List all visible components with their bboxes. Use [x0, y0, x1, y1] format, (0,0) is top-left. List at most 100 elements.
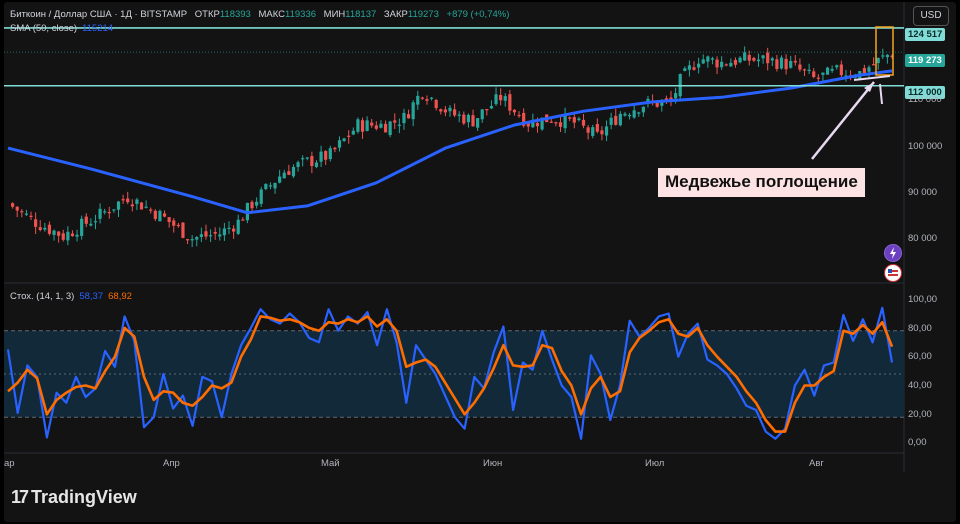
candle-body	[761, 55, 765, 59]
candle-body	[406, 114, 411, 119]
candle-body	[24, 213, 29, 215]
candle-body	[103, 211, 107, 213]
candle-body	[429, 97, 434, 99]
candle-body	[93, 221, 98, 223]
candle-body	[11, 203, 15, 207]
callout-arrow	[811, 81, 875, 160]
x-tick: Май	[321, 458, 340, 469]
x-tick: Авг	[809, 458, 824, 469]
y-tick: 90 000	[908, 187, 938, 198]
callout-arrow-head	[864, 82, 874, 92]
candle-body	[720, 61, 724, 68]
candle-body	[356, 119, 360, 132]
stoch-d-value: 68,92	[108, 291, 132, 302]
candle-body	[830, 68, 834, 71]
candle-body	[337, 140, 342, 148]
stoch-y-tick: 60,00	[908, 351, 932, 362]
candle-body	[572, 117, 576, 123]
candle-body	[839, 64, 843, 76]
candle-body	[443, 109, 447, 113]
candle-body	[641, 106, 645, 113]
candle-body	[38, 227, 42, 230]
candle-body	[162, 213, 167, 217]
candle-body	[15, 206, 19, 211]
high-value: 119336	[285, 9, 317, 20]
x-tick: Июн	[483, 458, 503, 469]
candle-body	[503, 96, 507, 101]
tradingview-logo[interactable]: 17 TradingView	[11, 487, 137, 508]
stoch-legend[interactable]: Стох. (14, 1, 3) 58,37 68,92	[10, 291, 132, 302]
candle-body	[743, 52, 747, 61]
candle-body	[278, 176, 282, 183]
candle-body	[595, 124, 599, 132]
candle-body	[416, 95, 420, 105]
symbol-title[interactable]: Биткоин / Доллар США · 1Д · BITSTAMP	[10, 9, 187, 20]
candle-body	[784, 58, 788, 70]
candle-body	[57, 231, 61, 236]
candle-body	[683, 68, 687, 71]
candle-body	[802, 69, 807, 71]
candle-body	[222, 228, 226, 236]
currency-button[interactable]: USD	[913, 6, 949, 26]
candle-body	[107, 211, 111, 214]
candle-body	[876, 57, 880, 64]
sma-legend[interactable]: SMA (50, close) 115214	[10, 23, 113, 34]
candle-body	[867, 67, 871, 72]
candle-body	[393, 120, 397, 123]
candle-body	[600, 130, 604, 135]
stoch-y-tick: 40,00	[908, 380, 932, 391]
lightning-icon[interactable]	[884, 244, 902, 262]
candle-body	[112, 209, 116, 211]
open-value: 118393	[219, 9, 251, 20]
flag-icon[interactable]	[884, 264, 902, 282]
candle-body	[273, 182, 277, 189]
x-tick: ар	[4, 458, 15, 469]
candle-body	[379, 123, 383, 128]
sma-label: SMA (50, close)	[10, 23, 78, 34]
candle-body	[747, 54, 751, 61]
pattern-callout: Медвежье поглощение	[658, 168, 865, 197]
candle-body	[259, 189, 263, 204]
logo-text: TradingView	[31, 487, 137, 507]
candle-body	[116, 201, 121, 210]
candle-body	[724, 64, 728, 66]
candle-body	[34, 219, 38, 227]
candle-body	[476, 118, 480, 128]
candle-body	[793, 60, 797, 63]
candle-body	[871, 64, 876, 66]
candle-body	[347, 135, 351, 137]
stoch-y-tick: 80,00	[908, 323, 932, 334]
candle-body	[812, 71, 816, 78]
change-value: +879 (+0,74%)	[446, 9, 510, 20]
candle-body	[499, 95, 503, 101]
candle-body	[637, 112, 641, 114]
candle-body	[264, 183, 268, 190]
candle-body	[568, 117, 572, 119]
candle-body	[181, 222, 185, 238]
candle-body	[61, 233, 65, 240]
candle-body	[29, 215, 33, 217]
ohlc-legend: Биткоин / Доллар США · 1Д · BITSTAMP ОТК…	[10, 9, 509, 20]
candle-body	[881, 55, 885, 57]
candle-body	[185, 239, 190, 241]
stoch-y-tick: 0,00	[908, 437, 927, 448]
candle-body	[227, 227, 231, 229]
candle-body	[310, 156, 314, 167]
stoch-label: Стох. (14, 1, 3)	[10, 291, 75, 302]
candle-body	[425, 99, 429, 101]
candle-body	[213, 232, 217, 234]
candle-body	[632, 110, 636, 118]
candle-body	[172, 220, 176, 226]
candle-body	[130, 204, 134, 207]
candle-body	[609, 117, 613, 125]
candle-body	[218, 234, 222, 237]
candle-body	[434, 99, 438, 109]
candle-body	[466, 114, 471, 123]
candle-body	[535, 122, 540, 127]
chart-canvas[interactable]	[4, 2, 956, 522]
candle-body	[167, 217, 171, 223]
candle-body	[480, 109, 484, 120]
candle-body	[489, 106, 494, 109]
candle-body	[471, 115, 475, 127]
candle-body	[775, 59, 779, 69]
